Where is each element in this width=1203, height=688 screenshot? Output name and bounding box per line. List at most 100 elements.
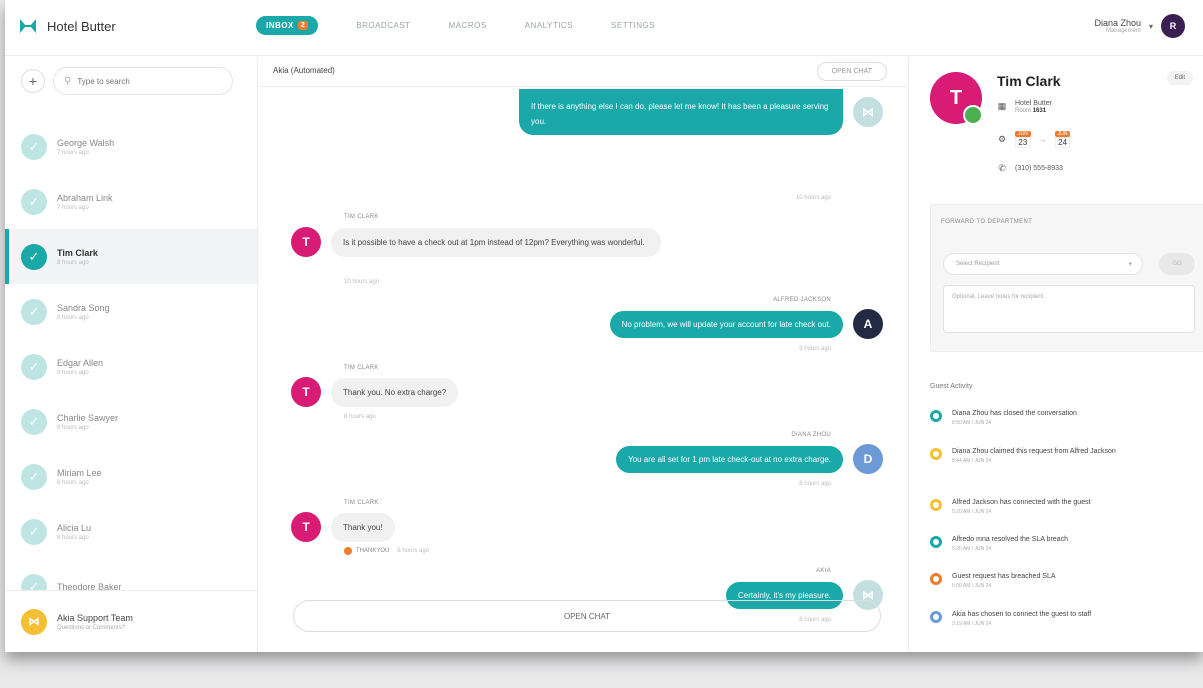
message-sender: AKIA xyxy=(816,568,831,574)
check-icon: ✓ xyxy=(21,463,47,490)
hotel-logo-icon xyxy=(20,19,36,33)
message-sender: TIM CLARK xyxy=(344,500,379,506)
message-sender: DIANA ZHOU xyxy=(791,432,831,438)
list-item[interactable]: ✓ Miriam Lee 8 hours ago xyxy=(5,449,257,504)
avatar: A xyxy=(853,309,883,339)
main-nav: INBOX 2 BROADCAST MACROS ANALYTICS SETTI… xyxy=(256,16,655,35)
search-box[interactable]: ⚲ xyxy=(53,67,233,95)
chevron-down-icon[interactable]: ▾ xyxy=(1149,22,1153,31)
conversation-time: 7 hours ago xyxy=(57,204,89,211)
conversation-name: Miriam Lee xyxy=(57,467,102,478)
conversation-name: Sandra Song xyxy=(57,302,110,313)
conversation-name: Edgar Allen xyxy=(57,357,104,368)
tab-inbox[interactable]: INBOX 2 xyxy=(256,16,319,35)
inbox-count-badge: 2 xyxy=(297,21,309,30)
message-row: If there is anything else I can do, plea… xyxy=(519,89,883,135)
conversation-name: George Walsh xyxy=(57,137,115,148)
list-item[interactable]: ✓ Charlie Sawyer 8 hours ago xyxy=(5,394,257,449)
activity-title: Guest Activity xyxy=(930,383,973,390)
user-menu[interactable]: Diana Zhou Management ▾ R xyxy=(1094,14,1185,38)
message-bubble: Thank you! xyxy=(331,512,395,542)
message-time: 8 hours ago xyxy=(397,548,430,554)
tab-analytics[interactable]: ANALYTICS xyxy=(525,21,573,30)
support-logo-icon: ⋈ xyxy=(21,608,47,635)
user-role: Management xyxy=(1105,28,1141,34)
template-tag[interactable]: THANKYOU 8 hours ago xyxy=(344,547,429,555)
message-row: You are all set for 1 pm late check-out … xyxy=(616,444,883,474)
avatar[interactable]: R xyxy=(1161,14,1185,38)
message-row: T Is it possible to have a check out at … xyxy=(291,227,661,257)
template-name: THANKYOU xyxy=(356,548,390,554)
check-icon: ✓ xyxy=(21,133,47,160)
support-name: Akia Support Team xyxy=(57,612,133,623)
activity-item: Guest request has breached SLA 5:00 AM /… xyxy=(930,572,1182,589)
conversation-name: Alicia Lu xyxy=(57,522,92,533)
tab-settings[interactable]: SETTINGS xyxy=(611,21,655,30)
list-item[interactable]: ✓ Abraham Link 7 hours ago xyxy=(5,174,257,229)
conversation-sidebar: + ⚲ ✓ George Walsh 7 hours ago ✓ Abraham… xyxy=(5,57,258,652)
search-icon: ⚲ xyxy=(64,75,72,87)
conversation-time: 8 hours ago xyxy=(57,479,89,486)
list-item[interactable]: ✓ Sandra Song 8 hours ago xyxy=(5,284,257,339)
status-dot-icon xyxy=(930,611,942,623)
check-icon: ✓ xyxy=(21,298,47,325)
notes-textarea[interactable]: Optional, Leave notes for recipient. xyxy=(943,285,1195,333)
app-window: Hotel Butter INBOX 2 BROADCAST MACROS AN… xyxy=(5,0,1203,652)
recipient-select[interactable]: Select Recipient ▾ xyxy=(943,253,1143,275)
user-name: Diana Zhou xyxy=(1094,18,1141,28)
chat-header: Akia (Automated) OPEN CHAT xyxy=(259,57,907,87)
support-subtitle: Questions or Comments? xyxy=(57,624,126,631)
check-icon: ✓ xyxy=(21,243,47,270)
message-sender: TIM CLARK xyxy=(344,365,379,371)
conversation-time: 8 hours ago xyxy=(57,369,89,376)
message-sender: TIM CLARK xyxy=(344,214,379,220)
list-item[interactable]: ✓ Edgar Allen 8 hours ago xyxy=(5,339,257,394)
checkout-date: JUN 24 xyxy=(1054,131,1071,148)
template-icon xyxy=(344,547,352,555)
message-time: 10 hours ago xyxy=(795,195,831,201)
message-time: 10 hours ago xyxy=(344,279,380,285)
guest-name: Tim Clark xyxy=(997,73,1061,89)
tab-macros[interactable]: MACROS xyxy=(449,21,487,30)
guest-details-panel: T Tim Clark Edit ▦ Hotel Butter Room 163… xyxy=(908,57,1203,652)
edit-button[interactable]: Edit xyxy=(1166,71,1193,85)
check-icon: ✓ xyxy=(21,188,47,215)
list-item[interactable]: ✓ Alicia Lu 8 hours ago xyxy=(5,504,257,559)
forward-go-button[interactable]: GO xyxy=(1159,253,1195,275)
forward-panel: FORWARD TO DEPARTMENT Select Recipient ▾… xyxy=(930,204,1203,352)
open-chat-header-button[interactable]: OPEN CHAT xyxy=(816,62,887,81)
avatar: D xyxy=(853,444,883,474)
support-contact[interactable]: ⋈ Akia Support Team Questions or Comment… xyxy=(5,590,257,652)
forward-title: FORWARD TO DEPARTMENT xyxy=(941,219,1033,225)
activity-item: Alfred Jackson has connected with the gu… xyxy=(930,498,1182,515)
conversation-time: 8 hours ago xyxy=(57,314,89,321)
add-conversation-button[interactable]: + xyxy=(21,69,45,93)
message-row: T Thank you! xyxy=(291,512,395,542)
conversation-time: 8 hours ago xyxy=(57,534,89,541)
tab-inbox-label: INBOX xyxy=(266,21,294,30)
open-chat-button[interactable]: OPEN CHAT xyxy=(293,600,881,632)
message-bubble: Thank you. No extra charge? xyxy=(331,377,459,407)
room-label: Room xyxy=(1015,108,1032,114)
brand-name: Hotel Butter xyxy=(47,18,116,34)
check-icon: ✓ xyxy=(21,353,47,380)
chevron-down-icon: ▾ xyxy=(1128,261,1132,268)
phone-info: ✆ (310) 555-8933 xyxy=(997,163,1063,174)
check-icon: ✓ xyxy=(21,408,47,435)
status-dot-icon xyxy=(930,410,942,422)
list-item[interactable]: ✓ George Walsh 7 hours ago xyxy=(5,119,257,174)
message-time: 8 hours ago xyxy=(344,414,376,420)
list-item-selected[interactable]: ✓ Tim Clark 8 hours ago xyxy=(5,229,257,284)
conversation-time: 8 hours ago xyxy=(57,259,89,266)
search-input[interactable] xyxy=(77,76,218,86)
activity-item: Akia has chosen to connect the guest to … xyxy=(930,610,1182,627)
building-icon: ▦ xyxy=(997,101,1007,111)
brand[interactable]: Hotel Butter xyxy=(19,18,116,34)
avatar: T xyxy=(291,512,321,542)
stay-dates: ⚙ JUN 23 → JUN 24 xyxy=(997,131,1071,148)
status-dot-icon xyxy=(930,573,942,585)
arrow-icon: → xyxy=(1038,135,1047,144)
message-time: 9 hours ago xyxy=(799,346,831,352)
tab-broadcast[interactable]: BROADCAST xyxy=(356,21,410,30)
hotel-info: ▦ Hotel Butter Room 1631 xyxy=(997,99,1052,114)
